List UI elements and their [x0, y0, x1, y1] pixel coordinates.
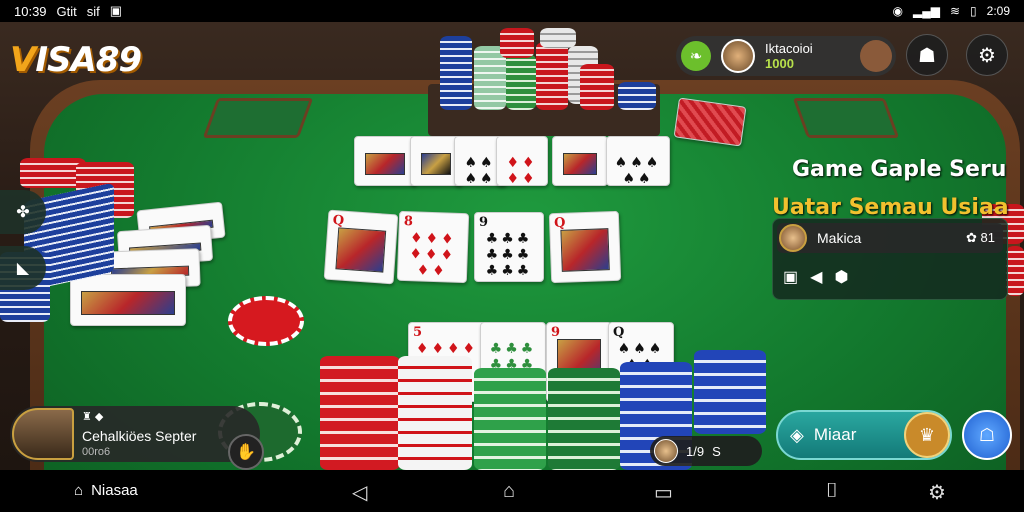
chip-stack [398, 356, 472, 470]
info-panel: Makica ✿ 81 ▣ ◀ ⬢ [772, 218, 1008, 300]
person-icon: ☗ [918, 44, 936, 67]
info-stat: ✿ 81 [966, 230, 995, 245]
player-pill[interactable]: ♜ ◆ Cehalkiöes Septer 00ro6 [10, 406, 260, 462]
card[interactable] [354, 136, 416, 186]
leaf-icon[interactable]: ❧ [681, 41, 711, 71]
side-chat-button[interactable]: ✤ [0, 190, 46, 234]
nav-home-label: Niasaa [91, 482, 138, 499]
wifi-icon: ≋ [949, 4, 961, 18]
emote-icon: ◣ [16, 260, 30, 277]
robot-icon: ☖ [978, 424, 996, 445]
profile-end-icon[interactable] [860, 40, 892, 72]
status-time-right: 2:09 [986, 4, 1010, 18]
game-scene: ♠♠♠♠ ♦♦♦♦♦ ♠♠♠♠♠ Q 8♦♦♦♦♦♦♦♦ 9♣♣♣♣♣♣♣♣♣ … [0, 22, 1024, 470]
card[interactable] [70, 274, 186, 326]
counter-value: 1/9 [686, 443, 705, 459]
shield-icon[interactable]: ⬢ [834, 267, 848, 287]
card[interactable]: Q [323, 209, 399, 285]
player-action-button[interactable]: ✋ [228, 434, 264, 470]
chip-stack [580, 64, 614, 110]
megaphone-icon[interactable]: ◀ [810, 267, 822, 287]
recents-button[interactable]: ▭ [654, 480, 673, 505]
extra-menu-button[interactable]: ☖ [962, 410, 1012, 460]
card[interactable]: ♦♦♦♦♦ [496, 136, 548, 186]
trophy-icon[interactable]: ♛ [904, 412, 950, 458]
chip-stack [440, 36, 472, 110]
chip-stack [1006, 246, 1024, 296]
promo-line-1: Game Gaple Seru [792, 157, 1007, 182]
home-button[interactable]: ⌂ [503, 480, 515, 503]
red-chip [228, 296, 304, 346]
profile-name: Iktacoioi [765, 41, 813, 56]
chat-icon: ✤ [16, 204, 30, 221]
bubble-icon: ◈ [790, 424, 804, 445]
profile-pill[interactable]: ❧ Iktacoioi 1000 [676, 36, 896, 76]
profile-coins: 1000 [765, 56, 794, 71]
chip-stack [474, 368, 546, 470]
alarm-icon: ◉ [892, 4, 903, 18]
status-bar: 10:39 Gtit sif ▣ ◉ ▂▄▆ ≋ ▯ 2:09 [0, 0, 1024, 22]
card[interactable]: ♠♠♠♠♠ [606, 136, 670, 186]
turn-counter: 1/9 S [650, 436, 762, 466]
carrier-label: Gtit [56, 3, 77, 19]
settings-button[interactable]: ⚙ [966, 34, 1008, 76]
chip-stack [320, 356, 400, 470]
chip-stack [506, 54, 536, 110]
side-emote-button[interactable]: ◣ [0, 246, 46, 290]
bracket-icon[interactable]: ⌷ [826, 480, 838, 503]
play-button[interactable]: ◈ Miaar ♛ [776, 410, 952, 460]
play-label: Miaar [813, 425, 857, 444]
battery-icon: ▯ [970, 4, 977, 18]
home-icon: ⌂ [74, 482, 84, 499]
avatar [654, 439, 678, 463]
app-logo: VISA89 [10, 40, 142, 80]
counter-suffix: S [712, 443, 721, 459]
avatar[interactable] [779, 224, 807, 252]
gear-icon: ⚙ [978, 44, 996, 67]
felt-patch-left [202, 98, 314, 138]
back-button[interactable]: ◁ [352, 480, 367, 505]
info-name: Makica [817, 230, 862, 246]
chip-stack [500, 28, 534, 58]
account-button[interactable]: ☗ [906, 34, 948, 76]
hand-icon: ✋ [236, 444, 256, 461]
player-badges: ♜ ◆ [82, 411, 104, 423]
card[interactable]: 8 ♦♦♦♦♦♦♦♦ [396, 210, 470, 284]
card[interactable]: Q [548, 210, 622, 284]
signal-icon: ▂▄▆ [913, 4, 940, 18]
cog-icon[interactable]: ⚙ [928, 480, 946, 505]
felt-patch-right [792, 98, 900, 138]
signal-label: sif [86, 3, 100, 19]
nav-home-button[interactable]: ⌂ Niasaa [74, 482, 138, 499]
avatar[interactable] [721, 39, 755, 73]
chip-stack [540, 28, 576, 48]
chip-stack [694, 350, 766, 434]
chip-stack [618, 82, 656, 110]
player-coins: 00ro6 [82, 446, 111, 458]
player-name: Cehalkiöes Septer [82, 428, 197, 444]
status-time-left: 10:39 [14, 3, 47, 19]
card[interactable]: 9 ♣♣♣♣♣♣♣♣♣ [474, 212, 544, 282]
chip-stack [536, 42, 568, 110]
notification-icon: ▣ [109, 3, 123, 18]
info-row: Makica ✿ 81 [777, 223, 1003, 253]
chip-stack [548, 368, 620, 470]
card[interactable] [552, 136, 608, 186]
gear-small-icon: ✿ [966, 230, 981, 245]
avatar[interactable] [12, 408, 74, 460]
promo-line-2: Uatar Semau Usiaa [772, 195, 1009, 220]
store-icon[interactable]: ▣ [783, 267, 798, 287]
system-nav-bar: ⌂ Niasaa ◁ ⌂ ▭ ⌷ ⚙ [0, 470, 1024, 512]
